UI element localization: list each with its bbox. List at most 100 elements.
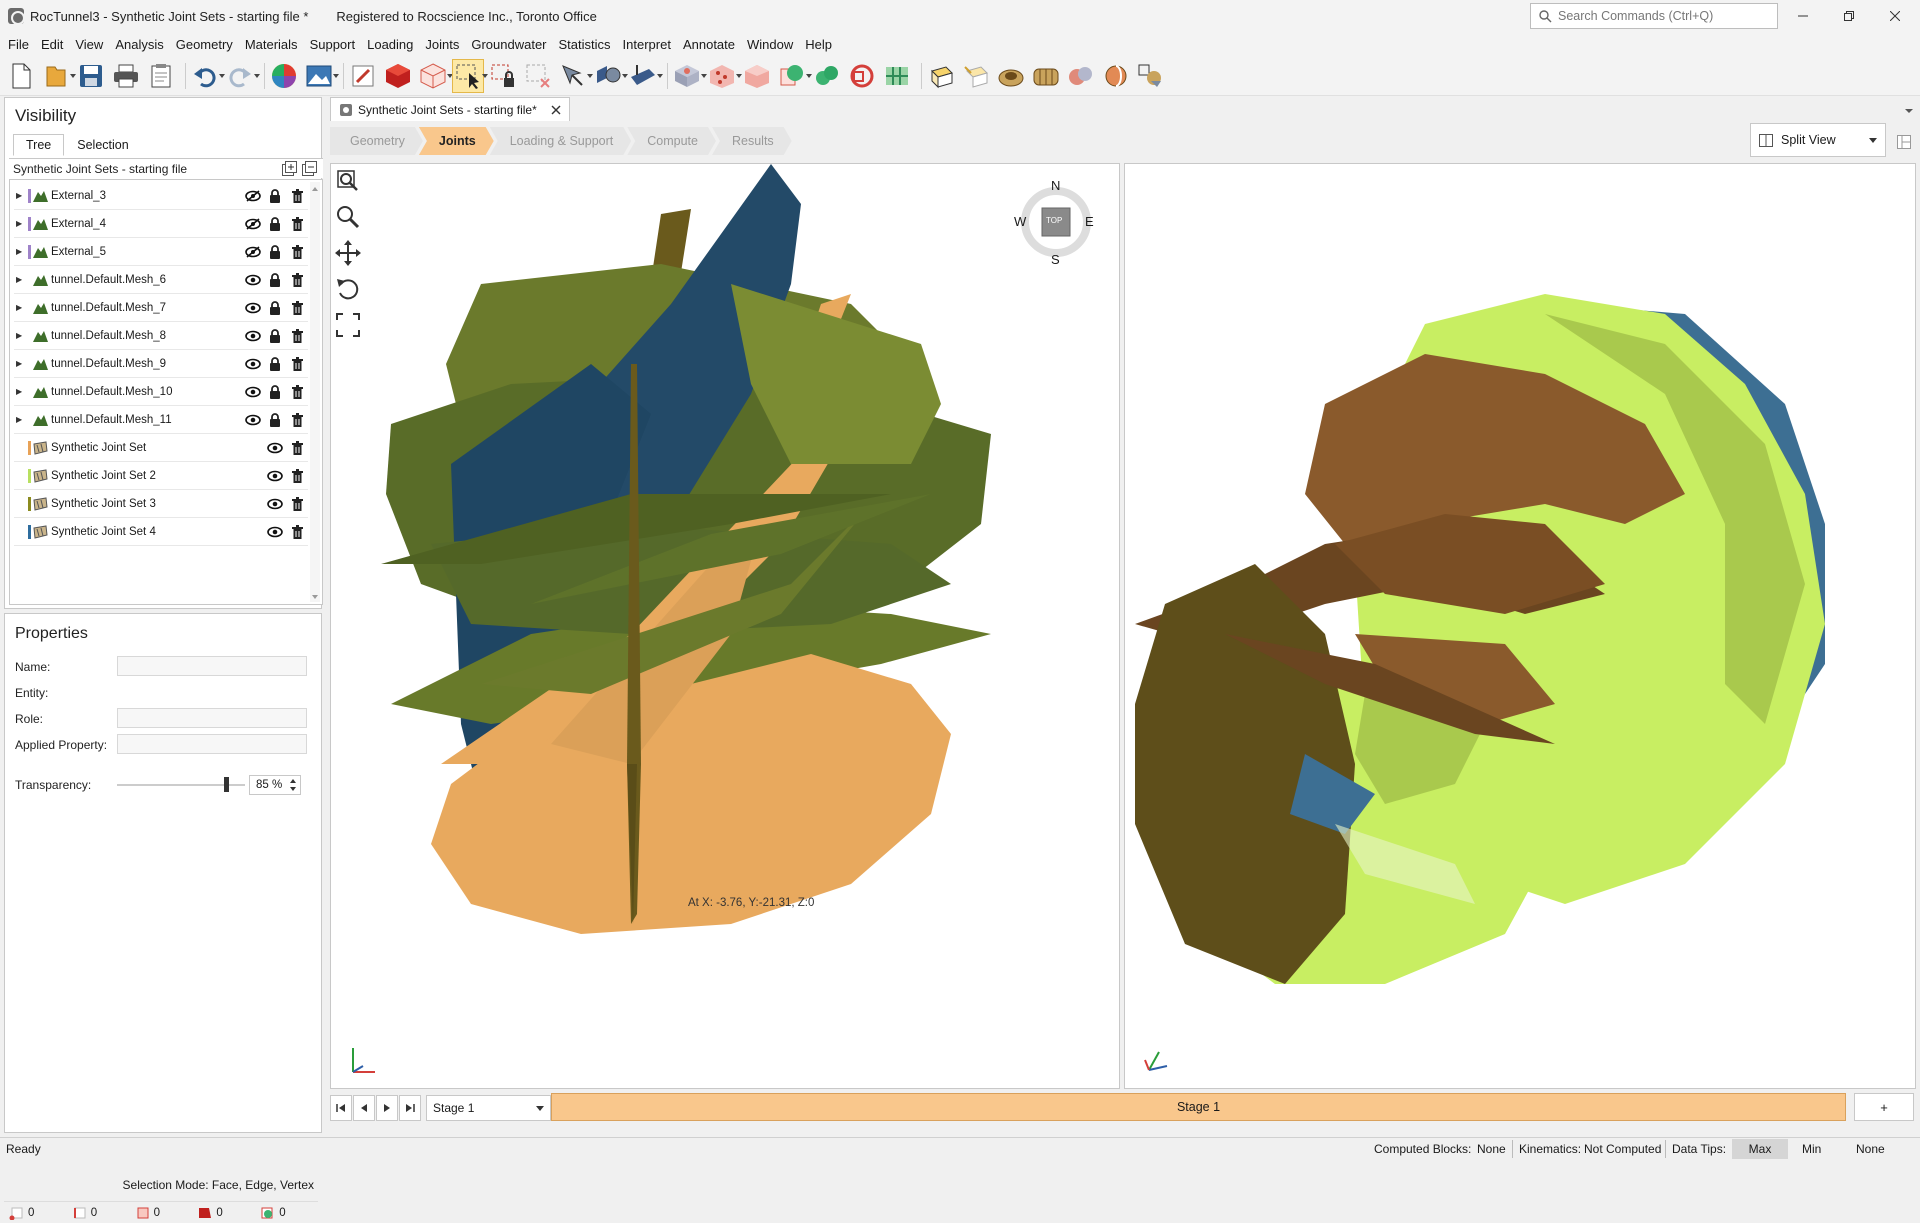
minimize-button[interactable]	[1780, 0, 1826, 32]
grid-button[interactable]	[882, 60, 912, 92]
tree-item[interactable]: ▶ tunnel.Default.Mesh_8	[14, 322, 308, 350]
wireframe-block-button[interactable]	[418, 60, 453, 92]
close-tab-icon[interactable]	[551, 105, 561, 115]
menu-annotate[interactable]: Annotate	[677, 37, 741, 52]
redo-button[interactable]	[225, 60, 260, 92]
first-stage-button[interactable]	[330, 1095, 352, 1121]
add-stage-button[interactable]: +	[1854, 1093, 1914, 1121]
expand-arrow-icon[interactable]: ▶	[16, 219, 28, 228]
expand-arrow-icon[interactable]: ▶	[16, 359, 28, 368]
edge-filter[interactable]: 0	[67, 1206, 130, 1220]
tree-item[interactable]: ▶ tunnel.Default.Mesh_7	[14, 294, 308, 322]
visibility-toggle[interactable]	[242, 216, 264, 232]
delete-button[interactable]	[286, 300, 308, 316]
export-shape-button[interactable]	[1136, 60, 1166, 92]
delete-button[interactable]	[286, 356, 308, 372]
visibility-toggle[interactable]	[264, 524, 286, 540]
menu-interpret[interactable]: Interpret	[617, 37, 677, 52]
search-commands-input[interactable]: Search Commands (Ctrl+Q)	[1530, 3, 1778, 29]
stage-tab[interactable]: Stage 1	[551, 1093, 1846, 1121]
lock-toggle[interactable]	[264, 328, 286, 344]
menu-groundwater[interactable]: Groundwater	[465, 37, 552, 52]
visibility-toggle[interactable]	[264, 496, 286, 512]
sphere-pair-button[interactable]	[1066, 60, 1096, 92]
tree-item[interactable]: ▶ tunnel.Default.Mesh_10	[14, 378, 308, 406]
delete-button[interactable]	[286, 524, 308, 540]
viewport-left[interactable]: N S E W TOP At X: -3.76, Y:-21.31, Z:0	[330, 163, 1120, 1089]
lock-toggle[interactable]	[264, 412, 286, 428]
delete-button[interactable]	[286, 272, 308, 288]
visibility-toggle[interactable]	[242, 188, 264, 204]
block-filter[interactable]: 0	[192, 1206, 255, 1220]
face-filter[interactable]: 0	[130, 1206, 193, 1220]
menu-file[interactable]: File	[2, 37, 35, 52]
expand-arrow-icon[interactable]: ▶	[16, 415, 28, 424]
deselect-button[interactable]	[523, 60, 553, 92]
viewport-right[interactable]	[1124, 163, 1916, 1089]
menu-materials[interactable]: Materials	[239, 37, 304, 52]
lock-select-button[interactable]	[488, 60, 518, 92]
red-circle-button[interactable]	[847, 60, 877, 92]
tree-item[interactable]: Synthetic Joint Set 2	[14, 462, 308, 490]
prev-stage-button[interactable]	[353, 1095, 375, 1121]
menu-joints[interactable]: Joints	[419, 37, 465, 52]
visibility-toggle[interactable]	[242, 244, 264, 260]
lock-toggle[interactable]	[264, 356, 286, 372]
menu-view[interactable]: View	[69, 37, 109, 52]
next-stage-button[interactable]	[376, 1095, 398, 1121]
green-overlap-button[interactable]	[812, 60, 842, 92]
print-button[interactable]	[111, 60, 141, 92]
tab-selection[interactable]: Selection	[64, 134, 141, 156]
zoom-extents-icon[interactable]	[335, 312, 361, 338]
delete-button[interactable]	[286, 244, 308, 260]
delete-button[interactable]	[286, 188, 308, 204]
name-field[interactable]	[117, 656, 307, 676]
lock-toggle[interactable]	[264, 300, 286, 316]
expand-arrow-icon[interactable]: ▶	[16, 331, 28, 340]
workflow-joints[interactable]: Joints	[419, 127, 494, 155]
expand-arrow-icon[interactable]: ▶	[16, 387, 28, 396]
expand-arrow-icon[interactable]: ▶	[16, 191, 28, 200]
view-compass[interactable]: N S E W TOP	[1014, 178, 1096, 267]
shape-tool-button[interactable]	[593, 60, 628, 92]
tab-tree[interactable]: Tree	[13, 134, 65, 156]
region-filter[interactable]: 0	[255, 1206, 318, 1220]
lock-toggle[interactable]	[264, 272, 286, 288]
lock-toggle[interactable]	[264, 244, 286, 260]
block-view-button[interactable]	[672, 60, 707, 92]
tree-item[interactable]: ▶ tunnel.Default.Mesh_11	[14, 406, 308, 434]
spin-arrows-icon[interactable]	[289, 778, 297, 792]
menu-analysis[interactable]: Analysis	[109, 37, 169, 52]
expand-arrow-icon[interactable]: ▶	[16, 303, 28, 312]
tree-item[interactable]: Synthetic Joint Set 4	[14, 518, 308, 546]
image-button[interactable]	[304, 60, 339, 92]
tree-item[interactable]: ▶ External_3	[14, 182, 308, 210]
measure-tool-button[interactable]	[628, 60, 663, 92]
menu-loading[interactable]: Loading	[361, 37, 419, 52]
menu-statistics[interactable]: Statistics	[553, 37, 617, 52]
ball-button[interactable]	[1101, 60, 1131, 92]
role-select[interactable]	[117, 708, 307, 728]
visibility-toggle[interactable]	[242, 328, 264, 344]
tree-item[interactable]: ▶ External_4	[14, 210, 308, 238]
zoom-window-icon[interactable]	[335, 168, 361, 194]
yellow-box-button[interactable]	[926, 60, 956, 92]
transparency-slider[interactable]	[117, 777, 245, 792]
visibility-toggle[interactable]	[264, 440, 286, 456]
last-stage-button[interactable]	[399, 1095, 421, 1121]
random-block-button[interactable]	[707, 60, 742, 92]
rotate-icon[interactable]	[335, 276, 361, 302]
tree-item[interactable]: ▶ tunnel.Default.Mesh_9	[14, 350, 308, 378]
delete-button[interactable]	[286, 440, 308, 456]
workflow-loading-support[interactable]: Loading & Support	[490, 127, 632, 155]
color-wheel-button[interactable]	[269, 60, 299, 92]
tree-item[interactable]: ▶ tunnel.Default.Mesh_6	[14, 266, 308, 294]
tabs-overflow-icon[interactable]	[1904, 107, 1914, 115]
split-view-dropdown[interactable]: Split View	[1750, 123, 1886, 157]
delete-button[interactable]	[286, 216, 308, 232]
workflow-geometry[interactable]: Geometry	[330, 127, 423, 155]
open-file-button[interactable]	[41, 60, 76, 92]
report-button[interactable]	[146, 60, 176, 92]
workflow-compute[interactable]: Compute	[627, 127, 716, 155]
layout-icon[interactable]	[1897, 135, 1911, 149]
